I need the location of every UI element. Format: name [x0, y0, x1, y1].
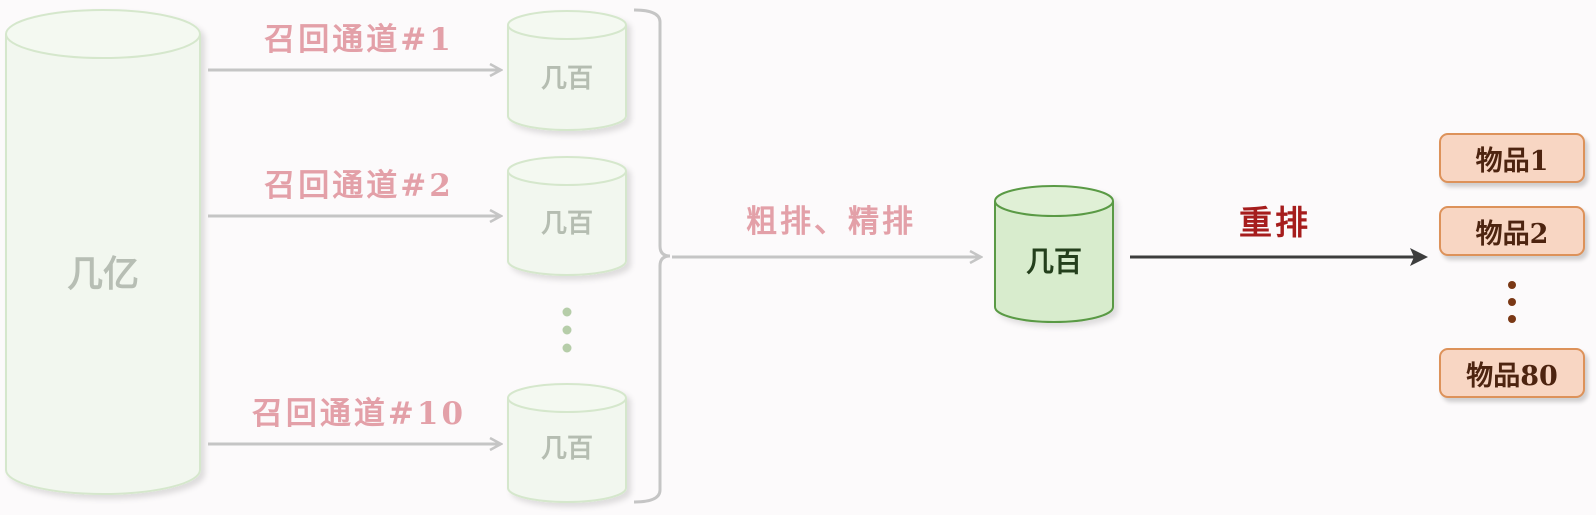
channel-result-label-2: 几百 — [540, 209, 593, 239]
output-item-2: 物品2 — [1439, 206, 1585, 256]
channel-ellipsis-icon — [562, 307, 572, 353]
channel-result-label-1: 几百 — [540, 64, 593, 94]
rerank-label: 重排 — [1239, 203, 1311, 242]
diagram-canvas — [5, 8, 1516, 504]
ranked-result-label: 几百 — [1025, 245, 1082, 278]
output-item-1: 物品1 — [1439, 133, 1585, 183]
channel-label-1: 召回通道#1 — [264, 22, 454, 58]
ranking-label: 粗排、精排 — [746, 204, 916, 240]
channel-label-2: 召回通道#2 — [264, 168, 454, 204]
source-cylinder-label: 几亿 — [66, 253, 139, 295]
items-ellipsis-icon — [1508, 281, 1516, 323]
merge-bracket — [633, 8, 671, 504]
recommendation-pipeline-diagram: 几亿 召回通道#1 召回通道#2 召回通道#10 几百 几百 几百 粗排、精排 … — [0, 0, 1596, 515]
output-item-80: 物品80 — [1439, 348, 1585, 398]
channel-result-label-10: 几百 — [540, 434, 593, 464]
channel-label-10: 召回通道#10 — [251, 396, 467, 432]
